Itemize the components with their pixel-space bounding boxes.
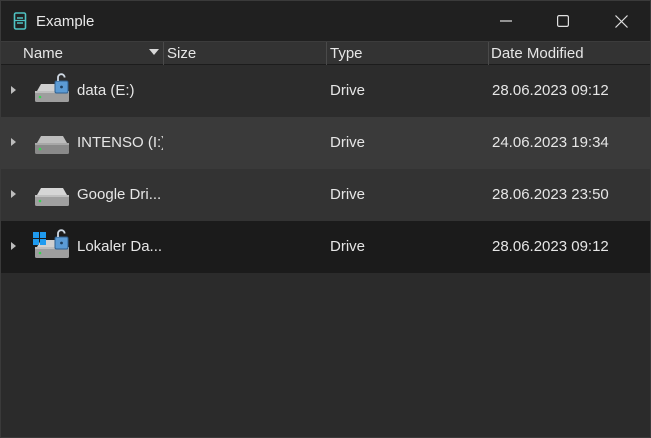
minimize-icon bbox=[500, 20, 512, 22]
drive-row[interactable]: data (E:) Drive 28.06.2023 09:12 bbox=[1, 65, 650, 117]
title-bar[interactable]: Example bbox=[1, 1, 650, 41]
drive-type: Drive bbox=[330, 186, 366, 203]
column-header-date-modified[interactable]: Date Modified bbox=[491, 45, 584, 62]
expand-arrow-icon[interactable] bbox=[11, 138, 16, 146]
close-icon bbox=[614, 14, 628, 28]
window-title: Example bbox=[36, 13, 95, 30]
drive-unlocked-icon bbox=[31, 73, 73, 109]
expand-arrow-icon[interactable] bbox=[11, 242, 16, 250]
drive-type: Drive bbox=[330, 238, 366, 255]
drive-name: data (E:) bbox=[77, 82, 135, 99]
drive-date-modified: 28.06.2023 09:12 bbox=[492, 82, 609, 99]
close-button[interactable] bbox=[592, 1, 650, 41]
expand-arrow-icon[interactable] bbox=[11, 190, 16, 198]
drive-type: Drive bbox=[330, 134, 366, 151]
column-header-name[interactable]: Name bbox=[23, 45, 63, 62]
column-header-size[interactable]: Size bbox=[167, 45, 196, 62]
drive-name: INTENSO (I:) bbox=[77, 134, 163, 151]
column-header: Name Size Type Date Modified bbox=[1, 41, 650, 66]
drive-date-modified: 24.06.2023 19:34 bbox=[492, 134, 609, 151]
drive-name: Lokaler Da... bbox=[77, 238, 163, 255]
column-header-type[interactable]: Type bbox=[330, 45, 363, 62]
maximize-button[interactable] bbox=[534, 1, 592, 41]
drive-icon bbox=[31, 177, 73, 213]
sort-descending-icon bbox=[149, 49, 159, 55]
drive-name: Google Dri... bbox=[77, 186, 162, 203]
app-icon bbox=[13, 12, 27, 30]
drive-row[interactable]: Lokaler Da... Drive 28.06.2023 09:12 bbox=[1, 221, 650, 273]
column-divider[interactable] bbox=[326, 42, 327, 66]
minimize-button[interactable] bbox=[477, 1, 535, 41]
expand-arrow-icon[interactable] bbox=[11, 86, 16, 94]
drive-row[interactable]: Google Dri... Drive 28.06.2023 23:50 bbox=[1, 169, 650, 221]
drive-date-modified: 28.06.2023 09:12 bbox=[492, 238, 609, 255]
column-divider[interactable] bbox=[488, 42, 489, 66]
file-browser-window: Example Name Size Type Date Modified dat… bbox=[0, 0, 651, 438]
drive-type: Drive bbox=[330, 82, 366, 99]
windows-drive-unlocked-icon bbox=[31, 229, 73, 265]
drive-row[interactable]: INTENSO (I:) Drive 24.06.2023 19:34 bbox=[1, 117, 650, 169]
drive-icon bbox=[31, 125, 73, 161]
drive-date-modified: 28.06.2023 23:50 bbox=[492, 186, 609, 203]
column-divider[interactable] bbox=[163, 42, 164, 66]
empty-list-area[interactable] bbox=[1, 273, 650, 437]
maximize-icon bbox=[557, 15, 569, 27]
